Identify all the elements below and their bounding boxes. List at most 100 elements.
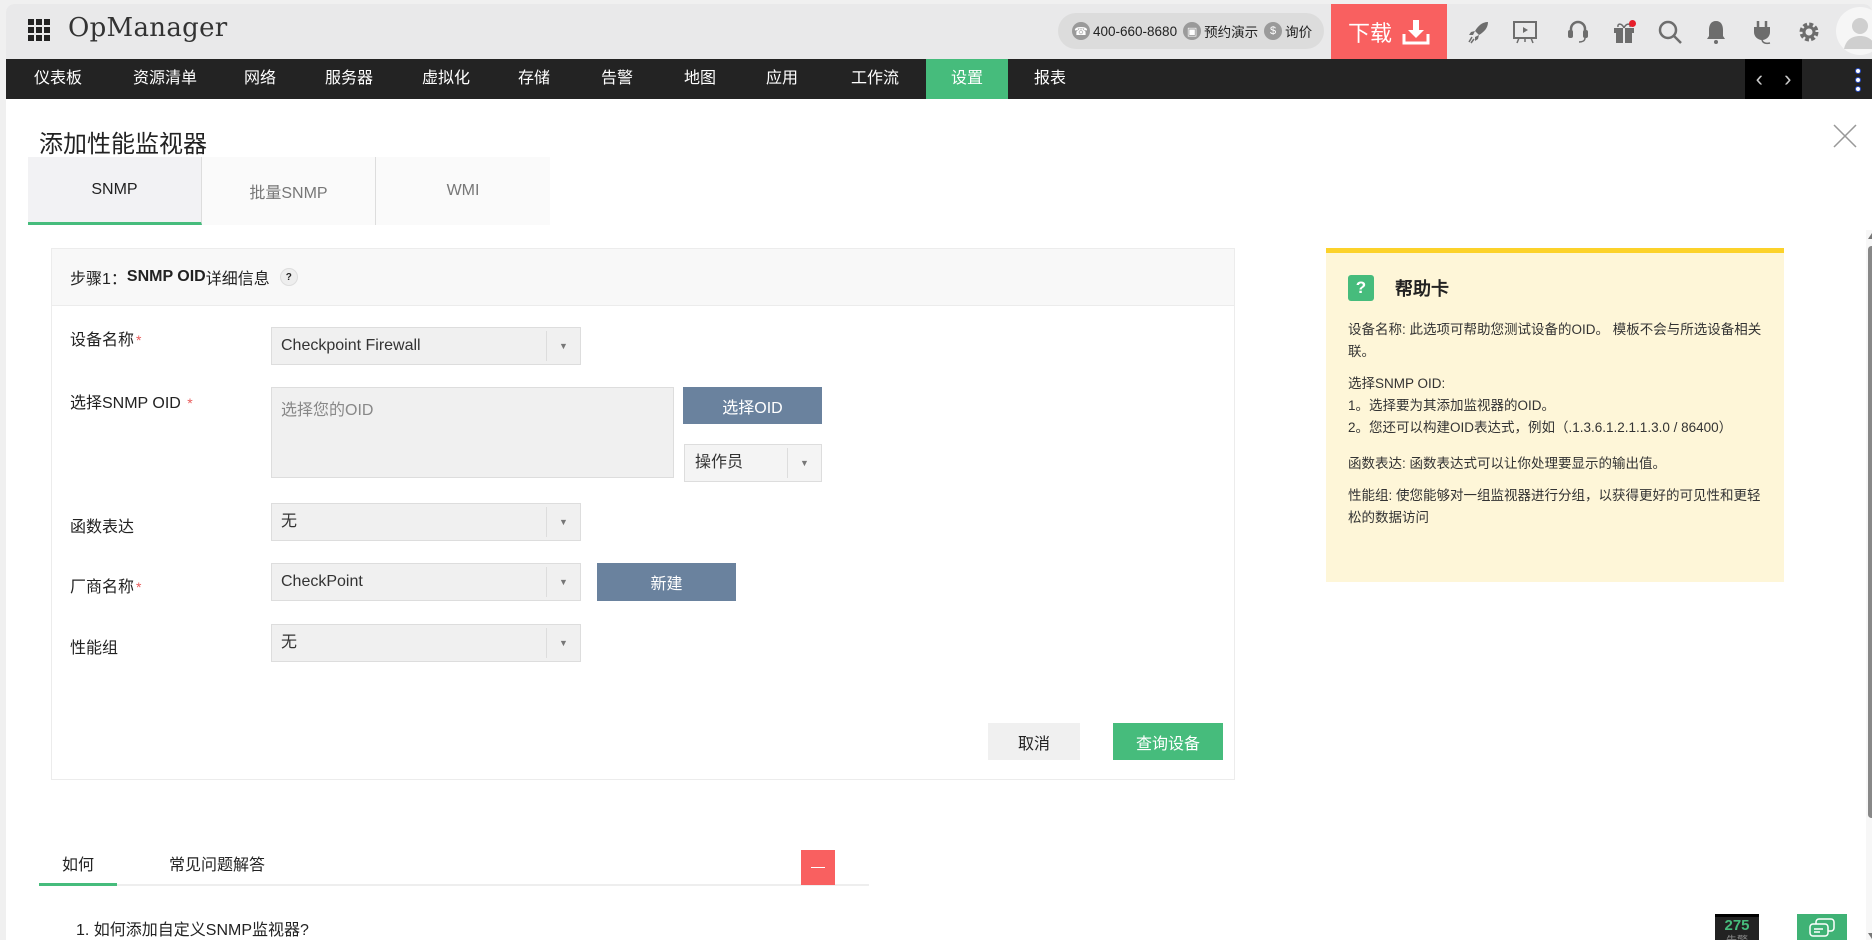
chevron-right-icon[interactable]: › [1784,66,1791,92]
help-snmp-oid-line1: 1。选择要为其添加监视器的OID。 [1348,398,1556,413]
plug-icon[interactable] [1747,16,1779,48]
step-title: SNMP OID [126,268,206,285]
presentation-icon[interactable] [1509,16,1541,48]
nav-scroll-arrows: ‹ › [1745,59,1802,99]
help-question-icon[interactable]: ? [279,268,298,286]
snmp-oid-label: 选择SNMP OID * [70,389,193,413]
demo-link[interactable]: 预约演示 [1204,21,1258,41]
query-device-button[interactable]: 查询设备 [1113,723,1223,760]
nav-item-reports[interactable]: 报表 [1008,59,1092,99]
vendor-name-label-text: 厂商名称 [70,579,135,596]
monitor-type-tabs: SNMP 批量SNMP WMI [28,157,550,225]
step-suffix: 详细信息 [205,271,270,288]
phone-number[interactable]: 400-660-8680 [1093,24,1177,39]
avatar-icon [1844,18,1872,49]
rocket-icon[interactable] [1463,16,1495,48]
help-tabs: 如何 常见问题解答 [39,846,869,886]
minus-icon [811,866,825,869]
vendor-name-select[interactable]: CheckPoint ▼ [271,563,581,601]
help-icon: ? [1348,275,1374,301]
collapse-button[interactable] [801,850,835,885]
price-link[interactable]: 询价 [1285,21,1312,41]
tab-how-to[interactable]: 如何 [39,846,117,886]
page-title: 添加性能监视器 [39,131,207,158]
function-expression-select[interactable]: 无 ▼ [271,503,581,541]
oid-input[interactable]: 选择您的OID [271,387,674,478]
scroll-up-arrow[interactable] [1868,233,1872,239]
tab-snmp[interactable]: SNMP [28,157,202,225]
help-snmp-oid-line2: 2。您还可以构建OID表达式，例如（.1.3.6.1.2.1.1.3.0 / 8… [1348,420,1733,435]
faq-item[interactable]: 1. 如何添加自定义SNMP监视器? [76,916,309,940]
apps-grid-icon[interactable] [28,19,50,41]
help-device-name: 设备名称: 此选项可帮助您测试设备的OID。 模板不会与所选设备相关联。 [1348,322,1762,359]
tab-wmi[interactable]: WMI [376,157,550,225]
dollar-icon: $ [1264,22,1283,40]
page-scrollbar[interactable] [1866,230,1872,940]
help-card: ? 帮助卡 设备名称: 此选项可帮助您测试设备的OID。 模板不会与所选设备相关… [1326,248,1784,582]
bell-icon[interactable] [1700,16,1732,48]
performance-group-select[interactable]: 无 ▼ [271,624,581,662]
required-mark: * [187,395,193,411]
vendor-name-label: 厂商名称 * [70,573,141,597]
snmp-oid-label-text: 选择SNMP OID [70,395,181,412]
new-vendor-button[interactable]: 新建 [597,563,736,601]
app-logo[interactable]: OpManager [68,13,228,43]
nav-item-settings[interactable]: 设置 [926,59,1008,99]
snmp-form-panel: 步骤1： SNMP OID 详细信息 ? 设备名称 * Checkpoint Fi… [51,248,1235,780]
top-bar: OpManager ☎ 400-660-8680 ▣ 预约演示 $ 询价 下载 [6,4,1872,59]
nav-item-apps[interactable]: 应用 [740,59,824,99]
vendor-name-value: CheckPoint [281,573,363,590]
required-mark: * [136,332,142,348]
select-oid-button[interactable]: 选择OID [683,387,822,424]
performance-group-value: 无 [281,634,298,651]
app-window: OpManager ☎ 400-660-8680 ▣ 预约演示 $ 询价 下载 [6,4,1872,940]
operator-value: 操作员 [695,454,744,471]
avatar[interactable] [1836,7,1872,55]
tab-faq[interactable]: 常见问题解答 [169,846,265,886]
tab-bulk-snmp[interactable]: 批量SNMP [202,157,376,225]
headset-icon[interactable] [1562,16,1594,48]
nav-item-workflow[interactable]: 工作流 [824,59,926,99]
alarm-count-badge[interactable]: 275 告警 [1715,914,1759,940]
help-snmp-oid: 选择SNMP OID: 1。选择要为其添加监视器的OID。 2。您还可以构建OI… [1348,373,1762,439]
chevron-down-icon: ▼ [787,448,821,478]
chat-button[interactable] [1797,914,1847,940]
download-button[interactable]: 下载 [1331,4,1447,59]
help-snmp-oid-title: 选择SNMP OID: [1348,376,1446,391]
device-name-label: 设备名称 * [70,326,141,350]
gift-icon[interactable] [1608,16,1640,48]
scroll-thumb[interactable] [1868,246,1872,818]
chat-icon [1809,918,1835,937]
cancel-button[interactable]: 取消 [988,723,1080,760]
help-card-header: ? 帮助卡 [1348,275,1762,301]
chevron-down-icon: ▼ [546,567,580,597]
help-function-expression: 函数表达: 函数表达式可以让你处理要显示的输出值。 [1348,456,1667,471]
step-prefix: 步骤1： [70,271,127,288]
nav-item-servers[interactable]: 服务器 [300,59,398,99]
performance-group-label: 性能组 [70,640,119,657]
download-label: 下载 [1347,20,1392,46]
chevron-down-icon: ▼ [546,507,580,537]
notification-dot [1629,20,1636,27]
search-icon[interactable] [1654,16,1686,48]
nav-item-inventory[interactable]: 资源清单 [110,59,220,99]
more-vertical-icon[interactable] [1854,68,1862,92]
required-mark: * [136,579,142,595]
chevron-left-icon[interactable]: ‹ [1756,66,1763,92]
nav-item-maps[interactable]: 地图 [660,59,740,99]
close-icon[interactable] [1832,123,1858,149]
nav-item-storage[interactable]: 存储 [494,59,574,99]
help-performance-group: 性能组: 使您能够对一组监视器进行分组，以获得更好的可见性和更轻松的数据访问 [1348,488,1761,525]
operator-select[interactable]: 操作员 ▼ [684,444,822,482]
gear-icon[interactable] [1793,16,1825,48]
device-name-select[interactable]: Checkpoint Firewall ▼ [271,327,581,365]
step-header: 步骤1： SNMP OID 详细信息 ? [52,249,1234,306]
chevron-down-icon: ▼ [546,331,580,361]
alarm-label: 告警 [1715,935,1759,940]
nav-item-virtualization[interactable]: 虚拟化 [398,59,494,99]
nav-item-dashboard[interactable]: 仪表板 [6,59,110,99]
nav-item-alarms[interactable]: 告警 [574,59,660,99]
phone-icon: ☎ [1072,22,1090,40]
scroll-down-arrow[interactable] [1868,933,1872,939]
nav-item-network[interactable]: 网络 [220,59,300,99]
